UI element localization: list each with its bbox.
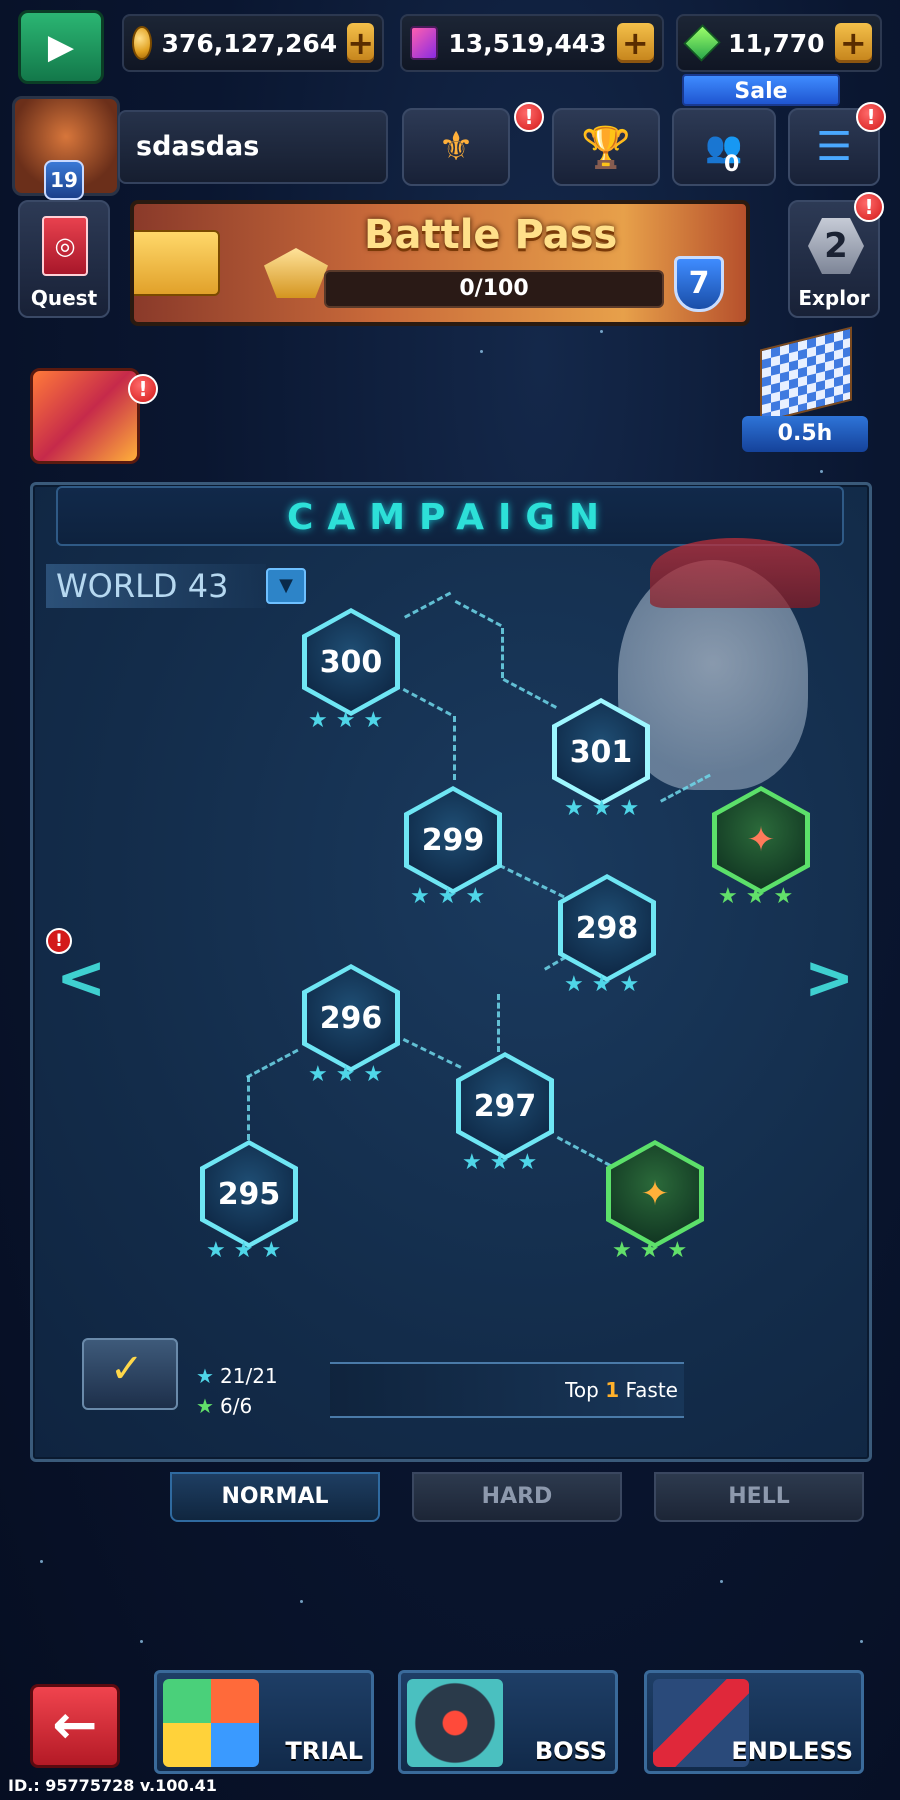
trial-plus-icon [163,1679,259,1767]
add-coins-button[interactable]: + [347,23,374,63]
stage-300-stars: ★ ★ ★ [308,708,384,733]
friends-count: 0 [724,152,740,177]
menu-icon: ☰ [816,124,852,170]
stage-number: 299 [409,791,497,889]
back-button[interactable]: ← [30,1684,120,1768]
stage-number: 298 [563,879,651,977]
target-icon: ◎ [42,216,88,276]
stage-299-stars: ★ ★ ★ [410,884,486,909]
gem-counter: 11,770 + [676,14,882,72]
rank-emblem-icon: ⚜ [438,124,474,170]
watch-ad-button[interactable]: ▶ [18,10,104,84]
explore-count: 2 [808,218,864,274]
battle-pass-title: Battle Pass [364,212,618,258]
add-gems-button[interactable]: + [834,23,872,63]
boss-lower-stars: ★ ★ ★ [612,1238,688,1263]
boss-label: BOSS [534,1737,607,1765]
boss-mode-button[interactable]: BOSS [398,1670,618,1774]
stage-number: 301 [557,703,645,801]
boss-ship-icon: ✦ [611,1145,699,1243]
card-value: 13,519,443 [448,28,607,58]
boss-ship-icon: ✦ [717,791,805,889]
next-world-arrow[interactable]: > [804,948,854,1008]
stage-number: 296 [307,969,395,1067]
gem-value: 11,770 [728,28,825,58]
blue-stars-value: 21/21 [220,1364,278,1388]
stage-number: 297 [461,1057,549,1155]
leaderboard-bar[interactable]: Top 1 Faste [330,1362,684,1418]
coin-counter: 376,127,264 + [122,14,384,72]
green-stars-stat: ★ 6/6 [196,1394,252,1418]
tab-hell[interactable]: HELL [654,1472,864,1522]
reward-chest-button[interactable]: ✓ [82,1338,178,1410]
rank-number: 1 [605,1378,620,1402]
rank-alert-badge: ! [514,102,544,132]
rank-button[interactable]: ⚜ [402,108,510,186]
path-edge [453,716,456,780]
blue-star-icon: ★ [196,1364,214,1388]
player-name[interactable]: sdasdas [118,110,388,184]
chevron-down-icon: ▼ [279,575,293,596]
stage-number: 300 [307,613,395,711]
menu-alert-badge: ! [856,102,886,132]
card-icon [410,26,439,60]
boss-upper-stars: ★ ★ ★ [718,884,794,909]
tab-normal[interactable]: NORMAL [170,1472,380,1522]
gem-icon [683,24,721,62]
trial-mode-button[interactable]: TRIAL [154,1670,374,1774]
trophy-button[interactable]: 🏆 [552,108,660,186]
coin-value: 376,127,264 [161,28,338,58]
card-counter: 13,519,443 + [400,14,664,72]
race-flag-icon[interactable] [760,326,852,424]
stage-297-stars: ★ ★ ★ [462,1150,538,1175]
trial-label: TRIAL [285,1737,363,1765]
checkmark-icon: ✓ [110,1346,144,1392]
stage-296-stars: ★ ★ ★ [308,1062,384,1087]
path-edge [501,628,504,678]
stage-number: 295 [205,1145,293,1243]
boss-skull-icon [407,1679,503,1767]
friends-button[interactable]: 👥 0 [672,108,776,186]
endless-mode-button[interactable]: ENDLESS [644,1670,864,1774]
player-level-badge: 19 [44,160,84,200]
play-icon: ▶ [47,27,75,67]
endless-label: ENDLESS [731,1737,853,1765]
blue-stars-stat: ★ 21/21 [196,1364,278,1388]
campaign-header: CAMPAIGN [56,486,844,546]
gift-box-button[interactable] [30,368,140,464]
prev-world-arrow[interactable]: < [56,948,106,1008]
quest-button[interactable]: ◎ Quest [18,200,110,318]
player-id-version: ID.: 95775728 v.100.41 [8,1776,217,1795]
ticket-icon [134,230,220,296]
rank-suffix: Faste [625,1378,679,1402]
stage-295-stars: ★ ★ ★ [206,1238,282,1263]
world-label: WORLD 43 [46,564,266,608]
explore-label: Explor [798,286,870,310]
path-edge [497,994,500,1052]
arrow-left-icon: ← [52,1693,98,1756]
battle-pass-progress: 0/100 [324,270,664,308]
event-timer: 0.5h [742,416,868,452]
left-alert-badge: ! [46,928,72,954]
world-dropdown-button[interactable]: ▼ [266,568,306,604]
green-stars-value: 6/6 [220,1394,253,1418]
trophy-icon: 🏆 [581,124,631,171]
quest-label: Quest [30,286,98,310]
green-star-icon: ★ [196,1394,214,1418]
add-cards-button[interactable]: + [616,23,654,63]
stage-301-stars: ★ ★ ★ [564,796,640,821]
path-edge [247,1076,250,1140]
gift-alert-badge: ! [128,374,158,404]
santa-hat-decoration [650,538,820,608]
coin-icon [132,26,152,60]
explore-alert-badge: ! [854,192,884,222]
tab-hard[interactable]: HARD [412,1472,622,1522]
rank-prefix: Top [565,1378,599,1402]
rank-wings-icon [264,248,328,298]
battle-pass-banner[interactable]: Battle Pass 0/100 7 [130,200,750,326]
stage-298-stars: ★ ★ ★ [564,972,640,997]
battle-pass-level-badge: 7 [674,256,724,312]
sale-badge[interactable]: Sale [682,74,840,106]
